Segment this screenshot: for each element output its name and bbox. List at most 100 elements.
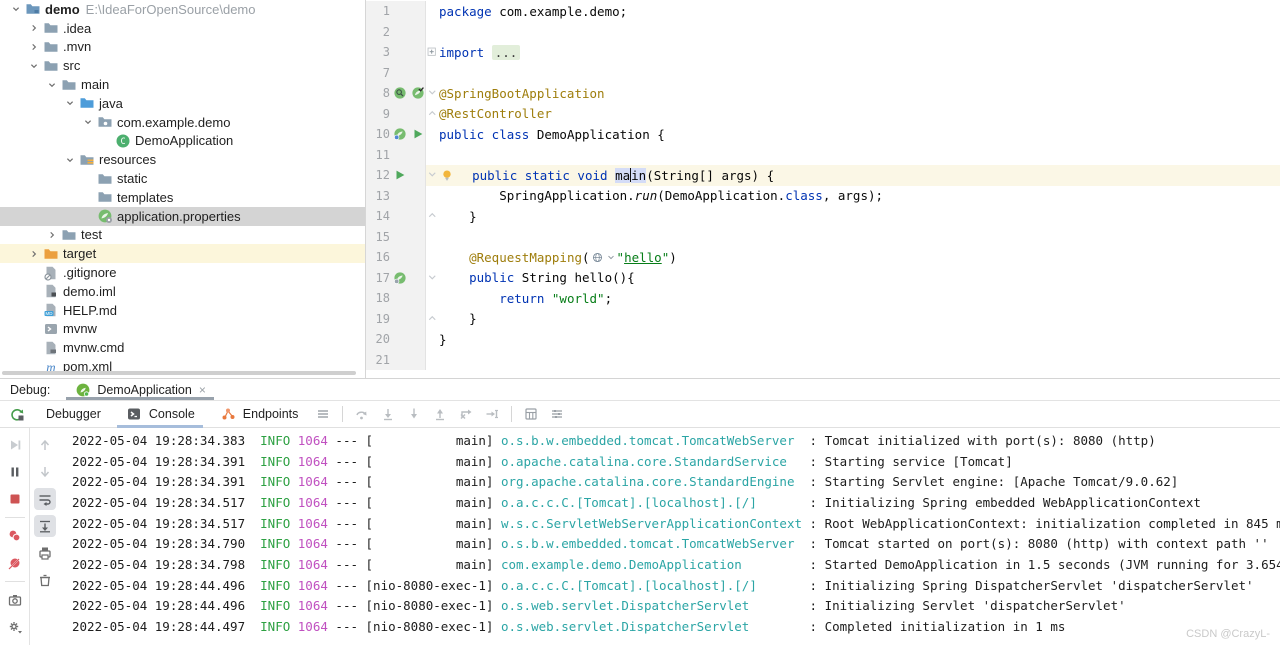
tree-item-demo[interactable]: demoE:\IdeaForOpenSource\demo <box>0 0 365 19</box>
close-icon[interactable]: × <box>199 383 206 397</box>
stop-button[interactable] <box>4 488 26 510</box>
editor-line-17[interactable]: 17 public String hello(){ <box>366 268 1280 289</box>
chevron-right-icon[interactable] <box>26 40 42 54</box>
code-text[interactable]: public class DemoApplication { <box>439 124 1280 145</box>
tab-console[interactable]: Console <box>113 401 207 428</box>
force-step-into-button[interactable] <box>401 403 427 425</box>
tree-item--gitignore[interactable]: .gitignore <box>0 263 365 282</box>
chevron-right-icon[interactable] <box>26 21 42 35</box>
editor-line-10[interactable]: 10public class DemoApplication { <box>366 124 1280 145</box>
code-text[interactable]: public static void main(String[] args) { <box>439 165 1280 186</box>
editor-line-18[interactable]: 18 return "world"; <box>366 288 1280 309</box>
fold-marker-icon[interactable] <box>426 206 439 227</box>
soft-wrap-button[interactable] <box>34 488 56 510</box>
pause-button[interactable] <box>4 461 26 483</box>
globe-inline-icon[interactable] <box>591 251 604 264</box>
tree-item-demoapplication[interactable]: CDemoApplication <box>0 132 365 151</box>
reset-frame-button[interactable] <box>453 403 479 425</box>
tree-item-application-properties[interactable]: application.properties <box>0 207 365 226</box>
code-text[interactable]: public String hello(){ <box>439 268 1280 289</box>
fold-marker-icon[interactable] <box>426 268 439 289</box>
editor-line-13[interactable]: 13 SpringApplication.run(DemoApplication… <box>366 186 1280 207</box>
intention-bulb-icon[interactable] <box>440 168 454 182</box>
code-text[interactable] <box>439 145 1280 166</box>
editor-line-21[interactable]: 21 <box>366 350 1280 371</box>
code-text[interactable] <box>439 63 1280 84</box>
run-gutter-icon[interactable] <box>393 168 407 182</box>
code-text[interactable] <box>439 350 1280 371</box>
arrow-down-button[interactable] <box>34 461 56 483</box>
menu-button[interactable] <box>310 403 336 425</box>
editor-line-16[interactable]: 16 @RequestMapping("hello") <box>366 247 1280 268</box>
tree-item-mvnw[interactable]: mvnw <box>0 320 365 339</box>
chevron-down-icon[interactable] <box>8 2 24 16</box>
tree-item-target[interactable]: target <box>0 244 365 263</box>
evaluate-button[interactable] <box>518 403 544 425</box>
editor-line-15[interactable]: 15 <box>366 227 1280 248</box>
print-button[interactable] <box>34 542 56 564</box>
editor-line-12[interactable]: 12 public static void main(String[] args… <box>366 165 1280 186</box>
code-text[interactable]: } <box>439 309 1280 330</box>
tab-debugger[interactable]: Debugger <box>34 401 113 428</box>
tree-item-resources[interactable]: resources <box>0 150 365 169</box>
tree-horizontal-scrollbar[interactable] <box>2 371 356 375</box>
chevron-down-icon[interactable] <box>80 115 96 129</box>
mute-breakpoints-button[interactable] <box>4 552 26 574</box>
run-to-cursor-button[interactable] <box>479 403 505 425</box>
fold-marker-icon[interactable] <box>426 42 439 63</box>
step-over-button[interactable] <box>349 403 375 425</box>
fold-marker-icon[interactable] <box>426 104 439 125</box>
tree-item-mvnw-cmd[interactable]: mvnw.cmd <box>0 338 365 357</box>
step-into-button[interactable] <box>375 403 401 425</box>
breakpoints-button[interactable] <box>4 525 26 547</box>
step-out-button[interactable] <box>427 403 453 425</box>
code-text[interactable]: import ... <box>439 42 1280 63</box>
chevron-right-icon[interactable] <box>26 247 42 261</box>
code-text[interactable]: SpringApplication.run(DemoApplication.cl… <box>439 186 1280 207</box>
code-text[interactable]: return "world"; <box>439 288 1280 309</box>
code-text[interactable] <box>439 227 1280 248</box>
fold-marker-icon[interactable] <box>426 165 439 186</box>
code-text[interactable]: package com.example.demo; <box>439 1 1280 22</box>
editor-line-1[interactable]: 1package com.example.demo; <box>366 1 1280 22</box>
settings-button[interactable] <box>4 616 26 638</box>
code-text[interactable]: } <box>439 206 1280 227</box>
editor-line-8[interactable]: 8@SpringBootApplication <box>366 83 1280 104</box>
editor-line-20[interactable]: 20} <box>366 329 1280 350</box>
tree-item-templates[interactable]: templates <box>0 188 365 207</box>
rerun-button[interactable] <box>4 403 30 425</box>
editor-line-9[interactable]: 9@RestController <box>366 104 1280 125</box>
tree-item-src[interactable]: src <box>0 56 365 75</box>
chevron-down-icon[interactable] <box>44 78 60 92</box>
tree-item-help-md[interactable]: MDHELP.md <box>0 301 365 320</box>
camera-button[interactable] <box>4 589 26 611</box>
code-text[interactable]: } <box>439 329 1280 350</box>
code-text[interactable] <box>439 22 1280 43</box>
code-text[interactable]: @SpringBootApplication <box>439 83 1280 104</box>
fold-marker-icon[interactable] <box>426 83 439 104</box>
tree-item--mvn[interactable]: .mvn <box>0 38 365 57</box>
editor-line-19[interactable]: 19 } <box>366 309 1280 330</box>
code-editor[interactable]: 1package com.example.demo;23import ...78… <box>366 0 1280 378</box>
debug-run-config-tab[interactable]: DemoApplication × <box>66 379 214 400</box>
tree-item-test[interactable]: test <box>0 226 365 245</box>
tree-item-static[interactable]: static <box>0 169 365 188</box>
chevron-down-icon[interactable] <box>26 59 42 73</box>
tree-item-demo-iml[interactable]: demo.iml <box>0 282 365 301</box>
trash-button[interactable] <box>34 569 56 591</box>
project-tree-panel[interactable]: demoE:\IdeaForOpenSource\demo.idea.mvnsr… <box>0 0 366 378</box>
editor-line-11[interactable]: 11 <box>366 145 1280 166</box>
fold-marker-icon[interactable] <box>426 309 439 330</box>
resume-button[interactable] <box>4 434 26 456</box>
editor-line-14[interactable]: 14 } <box>366 206 1280 227</box>
editor-line-2[interactable]: 2 <box>366 22 1280 43</box>
run-gutter-icon[interactable] <box>411 127 425 141</box>
chevron-down-icon[interactable] <box>62 96 78 110</box>
trace-button[interactable] <box>544 403 570 425</box>
code-text[interactable]: @RequestMapping("hello") <box>439 247 1280 268</box>
chevron-right-icon[interactable] <box>44 228 60 242</box>
code-text[interactable]: @RestController <box>439 104 1280 125</box>
console-output[interactable]: 2022-05-04 19:28:34.383 INFO 1064 --- [ … <box>60 428 1280 645</box>
tab-endpoints[interactable]: Endpoints <box>207 401 311 428</box>
tree-item-com-example-demo[interactable]: com.example.demo <box>0 113 365 132</box>
